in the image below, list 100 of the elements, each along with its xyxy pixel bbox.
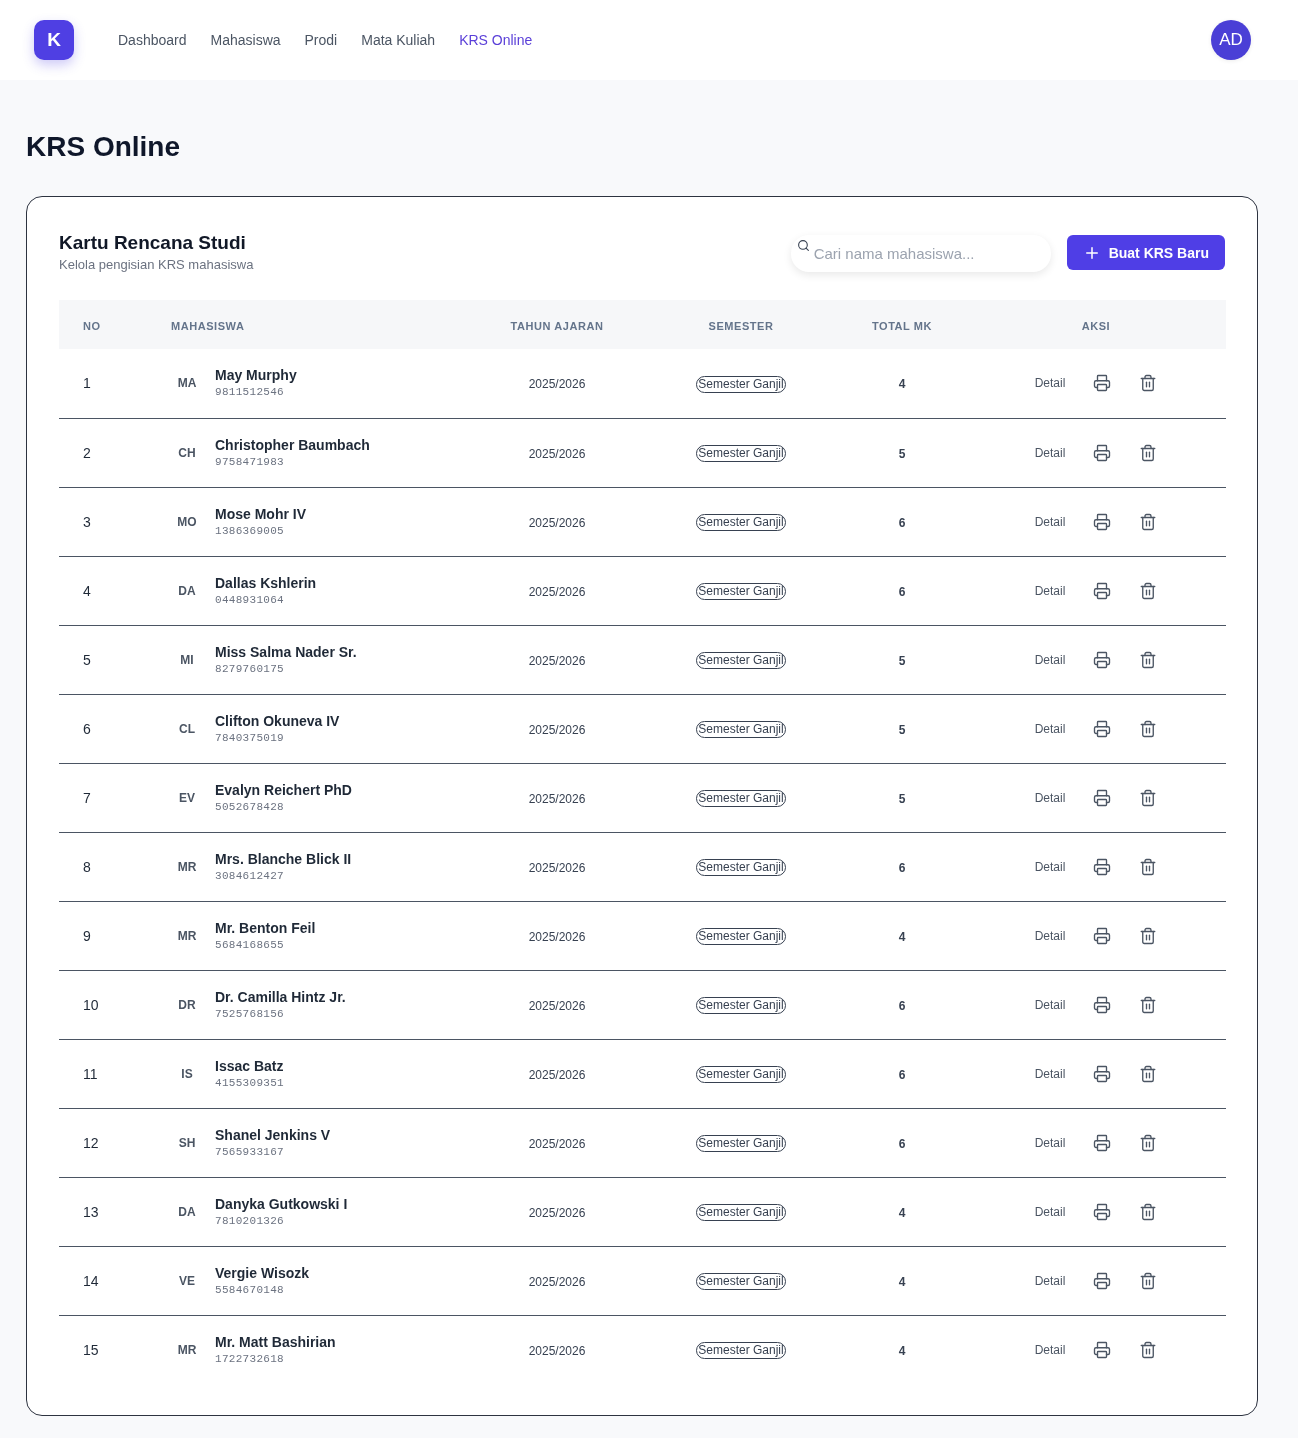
student-id: 1722732618 <box>215 1351 284 1367</box>
card-subtitle: Kelola pengisian KRS mahasiswa <box>59 256 254 274</box>
student-initials: SH <box>177 1135 197 1150</box>
academic-year: 2025/2026 <box>528 791 586 806</box>
nav-link[interactable]: Mahasiswa <box>210 32 281 48</box>
student-name: Mose Mohr IV <box>215 504 306 523</box>
student-initials: MR <box>176 859 198 874</box>
course-count: 5 <box>898 791 906 806</box>
student-name: Christopher Baumbach <box>215 435 370 454</box>
detail-button[interactable]: Detail <box>1028 1198 1072 1225</box>
card-title: Kartu Rencana Studi <box>59 231 246 255</box>
row-number: 2 <box>83 444 91 461</box>
academic-year: 2025/2026 <box>528 584 586 599</box>
detail-button[interactable]: Detail <box>1028 715 1072 742</box>
student-name: Evalyn Reichert PhD <box>215 780 352 799</box>
row-number: 12 <box>83 1134 99 1151</box>
course-count: 6 <box>898 515 906 530</box>
student-initials: DA <box>177 583 197 598</box>
printer-icon <box>1093 1202 1112 1221</box>
detail-button[interactable]: Detail <box>1028 508 1072 535</box>
printer-icon <box>1093 857 1112 876</box>
student-id: 5684168655 <box>215 937 284 953</box>
student-name: Shanel Jenkins V <box>215 1125 331 1144</box>
trash-icon <box>1139 443 1158 462</box>
detail-button[interactable]: Detail <box>1028 370 1072 397</box>
column-header: TAHUN AJARAN <box>510 319 604 332</box>
academic-year: 2025/2026 <box>528 860 586 875</box>
semester-badge: Semester Ganjil <box>696 1273 786 1290</box>
printer-icon <box>1093 995 1112 1014</box>
semester-badge: Semester Ganjil <box>696 997 786 1014</box>
student-id: 5584670148 <box>215 1282 284 1298</box>
student-id: 3084612427 <box>215 868 284 884</box>
row-number: 13 <box>83 1203 99 1220</box>
student-name: Mrs. Blanche Blick II <box>215 849 352 868</box>
printer-icon <box>1093 788 1112 807</box>
row-number: 4 <box>83 582 91 599</box>
trash-icon <box>1139 1133 1158 1152</box>
detail-button[interactable]: Detail <box>1028 577 1072 604</box>
student-id: 4155309351 <box>215 1075 284 1091</box>
student-initials: IS <box>180 1066 194 1081</box>
detail-button[interactable]: Detail <box>1028 1267 1072 1294</box>
academic-year: 2025/2026 <box>528 1067 586 1082</box>
semester-badge: Semester Ganjil <box>696 928 786 945</box>
academic-year: 2025/2026 <box>528 1205 586 1220</box>
printer-icon <box>1093 1133 1112 1152</box>
printer-icon <box>1093 1340 1112 1359</box>
course-count: 6 <box>898 1067 906 1082</box>
semester-badge: Semester Ganjil <box>696 1204 786 1221</box>
search-field[interactable]: Cari nama mahasiswa... <box>790 235 1051 272</box>
nav-link[interactable]: KRS Online <box>459 32 533 48</box>
page-title: KRS Online <box>26 130 180 164</box>
row-number: 8 <box>83 858 91 875</box>
semester-badge: Semester Ganjil <box>696 721 786 738</box>
academic-year: 2025/2026 <box>528 929 586 944</box>
detail-button[interactable]: Detail <box>1028 439 1072 466</box>
course-count: 6 <box>898 584 906 599</box>
course-count: 5 <box>898 722 906 737</box>
nav-link[interactable]: Prodi <box>304 32 338 48</box>
student-id: 7565933167 <box>215 1144 284 1160</box>
student-initials: EV <box>178 790 196 805</box>
student-id: 7810201326 <box>215 1213 284 1229</box>
row-number: 1 <box>83 375 91 392</box>
column-header: SEMESTER <box>708 319 774 332</box>
academic-year: 2025/2026 <box>528 446 586 461</box>
semester-badge: Semester Ganjil <box>696 652 786 669</box>
detail-button[interactable]: Detail <box>1028 922 1072 949</box>
student-id: 7840375019 <box>215 730 284 746</box>
student-initials: MA <box>176 376 198 391</box>
course-count: 5 <box>898 653 906 668</box>
detail-button[interactable]: Detail <box>1028 1060 1072 1087</box>
trash-icon <box>1139 581 1158 600</box>
column-header: MAHASISWA <box>171 319 245 332</box>
student-name: Issac Batz <box>215 1056 284 1075</box>
detail-button[interactable]: Detail <box>1028 991 1072 1018</box>
student-name: Clifton Okuneva IV <box>215 711 340 730</box>
printer-icon <box>1093 581 1112 600</box>
trash-icon <box>1139 650 1158 669</box>
detail-button[interactable]: Detail <box>1028 646 1072 673</box>
nav-link[interactable]: Mata Kuliah <box>361 32 436 48</box>
semester-badge: Semester Ganjil <box>696 1135 786 1152</box>
detail-button[interactable]: Detail <box>1028 784 1072 811</box>
semester-badge: Semester Ganjil <box>696 790 786 807</box>
detail-button[interactable]: Detail <box>1028 1336 1072 1363</box>
student-name: Miss Salma Nader Sr. <box>215 642 357 661</box>
student-initials: MI <box>179 652 195 667</box>
printer-icon <box>1093 650 1112 669</box>
detail-button[interactable]: Detail <box>1028 1129 1072 1156</box>
student-id: 8279760175 <box>215 661 284 677</box>
student-initials: VE <box>178 1273 196 1288</box>
student-initials: MR <box>176 1342 198 1357</box>
user-avatar[interactable]: AD <box>1211 20 1251 60</box>
semester-badge: Semester Ganjil <box>696 859 786 876</box>
nav-link[interactable]: Dashboard <box>118 32 187 48</box>
semester-badge: Semester Ganjil <box>696 1342 786 1360</box>
student-initials: MR <box>176 928 198 943</box>
detail-button[interactable]: Detail <box>1028 853 1072 880</box>
app-logo[interactable]: K <box>34 20 74 60</box>
student-id: 9758471983 <box>215 454 284 470</box>
create-krs-button[interactable]: Buat KRS Baru <box>1066 235 1225 270</box>
semester-badge: Semester Ganjil <box>696 445 786 462</box>
